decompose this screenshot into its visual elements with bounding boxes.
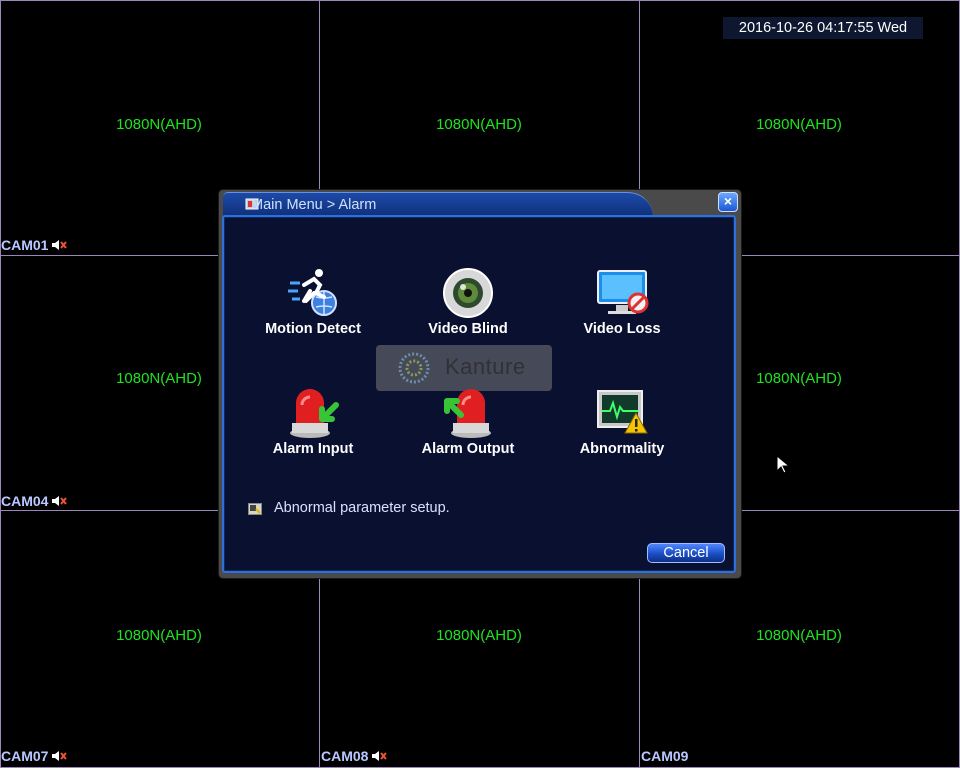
- alarm-menu-dialog: Main Menu > Alarm × Kanture Motion Detec…: [219, 190, 741, 578]
- video-blind-button[interactable]: Video Blind: [398, 267, 538, 347]
- video-loss-icon: [597, 270, 649, 314]
- abnormality-icon: [597, 390, 648, 434]
- motion-detect-label: Motion Detect: [265, 321, 361, 337]
- hint-text: Abnormal parameter setup.: [274, 500, 450, 516]
- dialog-title-tab: Main Menu > Alarm: [223, 192, 653, 217]
- camera-label: CAM08: [321, 748, 388, 764]
- speaker-muted-icon: [52, 240, 68, 250]
- resolution-label: 1080N(AHD): [756, 627, 842, 644]
- speaker-muted-icon: [372, 751, 388, 761]
- video-blind-label: Video Blind: [428, 321, 508, 337]
- watermark-text: Kanture: [445, 354, 526, 379]
- speaker-muted-icon: [52, 751, 68, 761]
- motion-detect-icon: [288, 269, 337, 316]
- video-blind-icon: [443, 268, 493, 318]
- alarm-output-icon: [444, 389, 491, 438]
- abnormality-button[interactable]: Abnormality: [552, 387, 692, 467]
- alarm-output-label: Alarm Output: [421, 441, 515, 457]
- camera-name: CAM08: [321, 748, 369, 764]
- camera-label: CAM09: [641, 748, 688, 764]
- motion-detect-button[interactable]: Motion Detect: [243, 267, 383, 347]
- camera-label: CAM01: [1, 237, 68, 253]
- cancel-button[interactable]: Cancel: [647, 543, 725, 563]
- camera-name: CAM09: [641, 748, 689, 764]
- speaker-muted-icon: [52, 496, 68, 506]
- abnormality-label: Abnormality: [579, 441, 665, 457]
- resolution-label: 1080N(AHD): [436, 116, 522, 133]
- mouse-cursor-icon: [776, 455, 790, 474]
- camera-name: CAM01: [1, 237, 49, 253]
- dialog-body: Kanture Motion Detect Video Blind Video …: [222, 215, 736, 573]
- alarm-input-button[interactable]: Alarm Input: [243, 387, 383, 467]
- watermark-logo-icon: [398, 352, 430, 384]
- video-loss-button[interactable]: Video Loss: [552, 267, 692, 347]
- camera-label: CAM07: [1, 748, 68, 764]
- resolution-label: 1080N(AHD): [116, 627, 202, 644]
- dialog-title: Main Menu > Alarm: [251, 197, 377, 213]
- video-loss-label: Video Loss: [583, 321, 661, 337]
- datetime-display: 2016-10-26 04:17:55 Wed: [723, 17, 923, 39]
- watermark: Kanture: [376, 345, 552, 391]
- alarm-input-icon: [290, 389, 339, 438]
- close-button[interactable]: ×: [718, 192, 738, 212]
- alarm-input-label: Alarm Input: [272, 441, 354, 457]
- camera-name: CAM07: [1, 748, 49, 764]
- resolution-label: 1080N(AHD): [756, 116, 842, 133]
- resolution-label: 1080N(AHD): [116, 116, 202, 133]
- alarm-output-button[interactable]: Alarm Output: [398, 387, 538, 467]
- camera-name: CAM04: [1, 493, 49, 509]
- info-icon: [248, 503, 262, 515]
- resolution-label: 1080N(AHD): [436, 627, 522, 644]
- camera-label: CAM04: [1, 493, 68, 509]
